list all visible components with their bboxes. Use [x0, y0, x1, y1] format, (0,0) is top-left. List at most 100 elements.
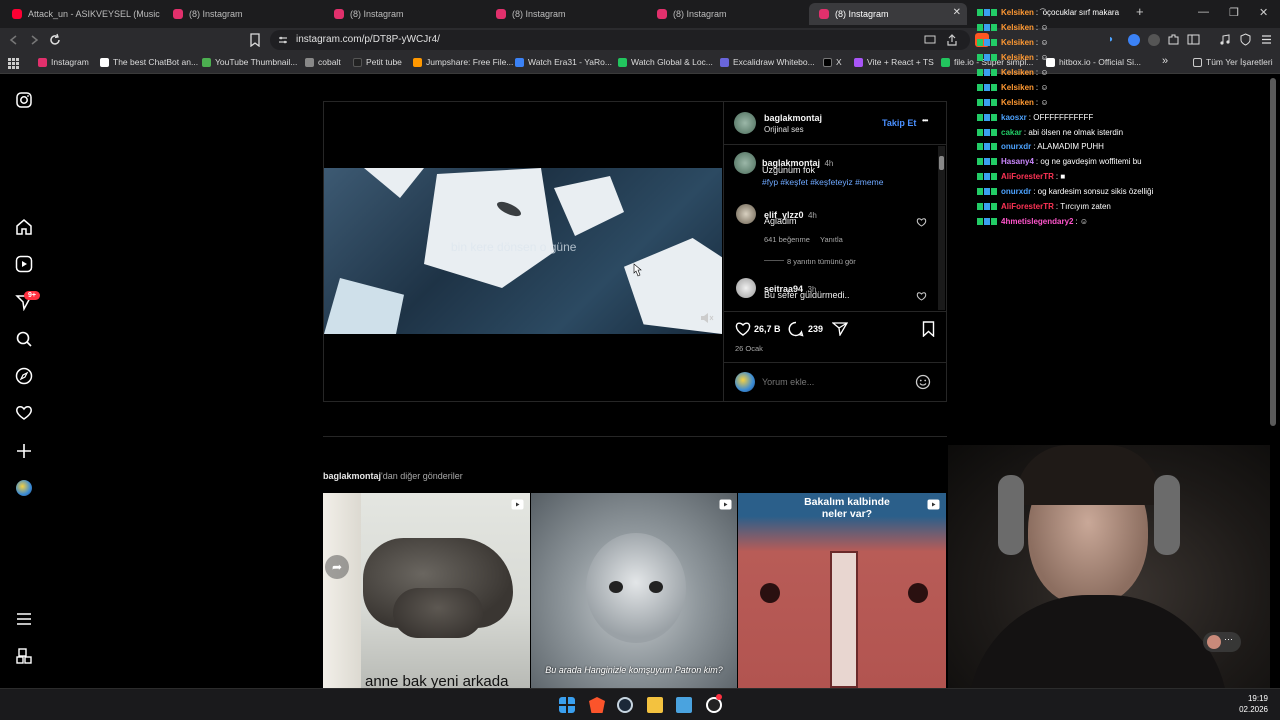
comment-bubble-icon[interactable]	[788, 321, 804, 337]
bookmark-era31[interactable]: Watch Era31 - YaRo...	[515, 57, 612, 67]
chat-username[interactable]: Kelsiken	[1001, 68, 1034, 77]
chat-username[interactable]: Kelsiken	[1001, 23, 1034, 32]
tab-instagram-2[interactable]: (8) Instagram	[324, 3, 482, 25]
chat-username[interactable]: kaosxr	[1001, 113, 1027, 122]
caption-hashtags[interactable]: #fyp #keşfet #keşfeteyiz #meme	[762, 177, 883, 187]
bookmark-vite[interactable]: Vite + React + TS	[854, 57, 934, 67]
site-settings-icon[interactable]	[278, 35, 288, 45]
extension-grey-icon[interactable]	[1148, 34, 1160, 46]
comment-count[interactable]: 239	[808, 324, 823, 334]
tab-instagram-1[interactable]: (8) Instagram	[163, 3, 321, 25]
extensions-puzzle-icon[interactable]	[1167, 33, 1180, 46]
page-scrollbar-thumb[interactable]	[1270, 78, 1276, 426]
bookmark-watch-global[interactable]: Watch Global & Loc...	[618, 57, 713, 67]
vpn-shield-icon[interactable]	[1239, 33, 1252, 46]
minimize-button[interactable]: —	[1198, 6, 1209, 18]
close-window-button[interactable]: ✕	[1259, 6, 1268, 19]
steam-icon[interactable]	[617, 697, 633, 713]
comment-like-heart-icon[interactable]	[916, 217, 927, 227]
like-count[interactable]: 26,7 B	[754, 324, 781, 334]
post-thumbnail[interactable]: Bakalım kalbinde neler var?	[738, 493, 946, 688]
comment-input[interactable]	[762, 374, 902, 390]
all-bookmarks-button[interactable]: Tüm Yer İşaretleri	[1193, 57, 1273, 67]
view-replies-button[interactable]: 8 yanıtın tümünü gör	[787, 257, 856, 266]
chat-username[interactable]: Kelsiken	[1001, 53, 1034, 62]
menu-icon[interactable]	[1260, 33, 1273, 46]
brave-browser-icon[interactable]	[589, 697, 605, 713]
comment-avatar[interactable]	[736, 204, 756, 224]
extension-blue-icon[interactable]	[1128, 34, 1140, 46]
instagram-logo-icon[interactable]	[16, 92, 32, 108]
tab-instagram-4[interactable]: (8) Instagram	[647, 3, 805, 25]
original-audio-link[interactable]: Orijinal ses	[764, 125, 804, 134]
home-icon[interactable]	[15, 218, 33, 236]
chat-username[interactable]: Kelsiken	[1001, 8, 1034, 17]
bookmark-page-icon[interactable]	[249, 33, 261, 47]
share-icon[interactable]	[946, 34, 958, 46]
explore-compass-icon[interactable]	[15, 367, 33, 385]
cast-icon[interactable]	[924, 35, 936, 45]
bookmark-excalidraw[interactable]: Excalidraw Whitebo...	[720, 57, 815, 67]
maximize-button[interactable]: ❐	[1229, 6, 1239, 19]
apps-grid-icon[interactable]	[8, 58, 19, 69]
bookmark-hitbox[interactable]: hitbox.io - Official Si...	[1046, 57, 1141, 67]
extension-icon[interactable]: ◗	[1108, 34, 1118, 46]
new-tab-button[interactable]: +	[1136, 4, 1144, 19]
bookmark-instagram[interactable]: Instagram	[38, 57, 89, 67]
bookmark-cobalt[interactable]: cobalt	[305, 57, 341, 67]
chat-username[interactable]: Hasany4	[1001, 157, 1034, 166]
windows-start-icon[interactable]	[559, 697, 575, 713]
save-bookmark-icon[interactable]	[922, 321, 935, 337]
author-avatar[interactable]	[734, 112, 756, 134]
post-thumbnail[interactable]: Bu arada Hanginizle komşuyum Patron kim?	[531, 493, 737, 688]
chat-username[interactable]: AliForesterTR	[1001, 202, 1054, 211]
like-heart-icon[interactable]	[735, 321, 751, 336]
notifications-heart-icon[interactable]	[15, 404, 33, 422]
profile-avatar[interactable]	[16, 480, 32, 496]
bookmark-x[interactable]: X	[823, 57, 842, 67]
media-control-icon[interactable]	[1219, 33, 1232, 46]
bookmarks-overflow-button[interactable]: »	[1162, 55, 1168, 67]
bookmark-chatbot[interactable]: The best ChatBot an...	[100, 57, 198, 67]
chat-username[interactable]: Kelsiken	[1001, 83, 1034, 92]
bookmark-jumpshare[interactable]: Jumpshare: Free File...	[413, 57, 513, 67]
search-icon[interactable]	[15, 330, 33, 348]
floating-avatar-button[interactable]: ···	[1203, 632, 1241, 652]
reels-icon[interactable]	[15, 255, 33, 273]
emoji-icon[interactable]	[915, 374, 931, 390]
scrollbar-thumb[interactable]	[939, 156, 944, 170]
file-explorer-icon[interactable]	[647, 697, 663, 713]
taskbar-time[interactable]: 19:19	[1236, 694, 1268, 703]
close-tab-icon[interactable]: ✕	[953, 7, 961, 18]
caption-author-avatar[interactable]	[734, 152, 756, 174]
sidebar-toggle-icon[interactable]	[1187, 33, 1200, 46]
share-send-icon[interactable]	[832, 322, 848, 336]
tab-youtube[interactable]: Attack_un - ASIKVEYSEL (Music Vide	[2, 3, 160, 25]
more-menu-icon[interactable]	[15, 611, 33, 627]
create-plus-icon[interactable]	[15, 442, 33, 460]
bookmark-petit-tube[interactable]: Petit tube	[353, 57, 402, 67]
taskbar-date[interactable]: 02.2026	[1226, 705, 1268, 714]
also-from-meta-icon[interactable]	[15, 647, 33, 665]
chat-username[interactable]: Kelsiken	[1001, 98, 1034, 107]
tab-instagram-active[interactable]: (8) Instagram ✕	[809, 3, 967, 25]
share-arrow-icon[interactable]: ➦	[325, 555, 349, 579]
comment-like-count[interactable]: 641 beğenme	[764, 235, 810, 244]
forward-icon[interactable]	[28, 34, 40, 46]
post-options-icon[interactable]: •••	[922, 116, 928, 125]
mute-icon[interactable]	[700, 312, 714, 324]
author-username[interactable]: baglakmontaj	[764, 113, 822, 123]
chat-username[interactable]: cakar	[1001, 128, 1022, 137]
comments-scrollbar[interactable]	[938, 146, 945, 310]
screenshot-tool-icon[interactable]	[676, 697, 692, 713]
comment-avatar[interactable]	[736, 278, 756, 298]
tab-instagram-3[interactable]: (8) Instagram	[486, 3, 644, 25]
reload-icon[interactable]	[48, 33, 62, 47]
back-icon[interactable]	[8, 34, 20, 46]
chat-username[interactable]: onurxdr	[1001, 142, 1031, 151]
chat-username[interactable]: 4hmetislegendary2	[1001, 217, 1073, 226]
bookmark-youtube-thumbnail[interactable]: YouTube Thumbnail...	[202, 57, 297, 67]
more-posts-username[interactable]: baglakmontaj	[323, 471, 381, 481]
url-bar[interactable]: instagram.com/p/DT8P-yWCJr4/	[270, 30, 970, 50]
chat-username[interactable]: AliForesterTR	[1001, 172, 1054, 181]
